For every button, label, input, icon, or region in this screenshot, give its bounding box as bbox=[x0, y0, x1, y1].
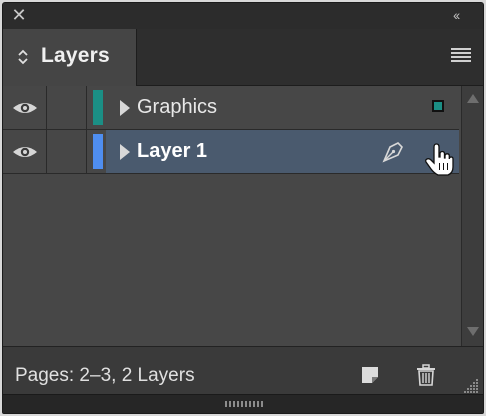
visibility-toggle[interactable] bbox=[3, 86, 47, 129]
panel-bottom-bar bbox=[3, 394, 483, 413]
scroll-down-arrow-icon[interactable] bbox=[467, 327, 479, 336]
eye-icon bbox=[13, 103, 37, 113]
expand-collapse-icon[interactable] bbox=[17, 49, 29, 65]
status-text: Pages: 2–3, 2 Layers bbox=[15, 365, 195, 386]
layer-name: Graphics bbox=[137, 96, 218, 118]
disclosure-triangle-icon[interactable] bbox=[120, 144, 130, 160]
trash-icon[interactable] bbox=[415, 363, 437, 387]
resize-grip-icon[interactable] bbox=[463, 378, 479, 394]
panel-tab-row: Layers bbox=[3, 29, 483, 86]
layer-row-main[interactable]: Graphics bbox=[106, 86, 459, 129]
eye-icon bbox=[13, 147, 37, 157]
tab-layers[interactable]: Layers bbox=[3, 29, 137, 86]
panel-menu-icon[interactable] bbox=[451, 48, 471, 62]
layer-color-swatch bbox=[93, 90, 103, 125]
close-icon[interactable]: ✕ bbox=[11, 6, 27, 24]
layer-row-layer-1[interactable]: Layer 1 bbox=[3, 130, 459, 176]
hand-cursor-icon bbox=[425, 143, 454, 176]
selection-indicator-icon[interactable] bbox=[432, 100, 444, 112]
layers-panel: ✕ ‹‹ Layers Graphics Layer 1 Pages: 2–3,… bbox=[2, 2, 484, 414]
tab-label: Layers bbox=[41, 44, 110, 67]
panel-titlebar: ✕ ‹‹ bbox=[3, 3, 483, 30]
layers-list: Graphics Layer 1 bbox=[3, 86, 483, 346]
lock-toggle[interactable] bbox=[47, 86, 87, 129]
scroll-up-arrow-icon[interactable] bbox=[467, 94, 479, 103]
layer-color-swatch bbox=[93, 134, 103, 169]
lock-toggle[interactable] bbox=[47, 130, 87, 173]
drag-handle-icon[interactable] bbox=[224, 399, 264, 409]
disclosure-triangle-icon[interactable] bbox=[120, 100, 130, 116]
new-layer-icon[interactable] bbox=[359, 364, 381, 386]
layer-row-graphics[interactable]: Graphics bbox=[3, 86, 459, 130]
collapse-panel-icon[interactable]: ‹‹ bbox=[453, 7, 471, 23]
visibility-toggle[interactable] bbox=[3, 130, 47, 173]
panel-footer: Pages: 2–3, 2 Layers bbox=[3, 346, 483, 398]
vertical-scrollbar[interactable] bbox=[461, 86, 483, 346]
layer-name: Layer 1 bbox=[137, 140, 208, 162]
layer-row-main[interactable]: Layer 1 bbox=[106, 130, 459, 176]
pen-tool-icon bbox=[382, 142, 403, 163]
